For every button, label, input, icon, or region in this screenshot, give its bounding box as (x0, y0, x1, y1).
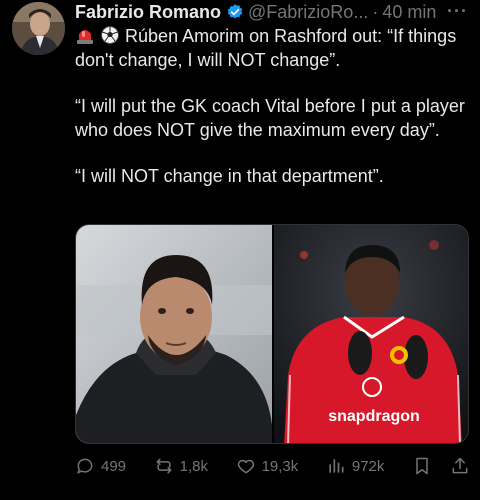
repost-button[interactable]: 1,8k (154, 456, 208, 476)
views-button[interactable]: 972k (326, 456, 385, 476)
rotating-light-emoji (77, 30, 93, 44)
soccer-ball-emoji (101, 26, 120, 44)
reply-count: 499 (101, 457, 127, 475)
share-icon[interactable] (450, 456, 470, 476)
author-name[interactable]: Fabrizio Romano (75, 2, 221, 23)
verified-badge-icon (227, 4, 243, 19)
bookmark-icon[interactable] (412, 456, 432, 476)
sponsor-text: snapdragon (328, 408, 420, 425)
photo-amorim[interactable] (76, 225, 272, 443)
separator-dot: · (372, 1, 379, 22)
secondary-actions (412, 456, 470, 476)
repost-count: 1,8k (179, 457, 208, 475)
tweet-media[interactable]: snapdragon (75, 224, 469, 444)
tweet-paragraph-3: “I will NOT change in that department”. (75, 166, 384, 186)
heart-icon (237, 459, 254, 474)
reply-button[interactable]: 499 (75, 456, 126, 476)
like-count: 19,3k (261, 457, 299, 475)
more-options-icon[interactable]: ··· (447, 1, 468, 22)
tweet-paragraph-1: Rúben Amorim on Rashford out: “If things… (75, 26, 457, 70)
like-button[interactable]: 19,3k (236, 456, 299, 476)
tweet-paragraph-2: “I will put the GK coach Vital before I … (75, 96, 465, 140)
reply-icon (77, 458, 93, 475)
timestamp[interactable]: 40 min (382, 2, 436, 23)
tweet-paragraph: Rúben Amorim on Rashford out: “If things… (75, 24, 470, 72)
repost-icon (156, 458, 172, 474)
view-count: 972k (351, 457, 385, 475)
action-bar: 499 1,8k 19,3k 972k (75, 454, 470, 478)
author-handle[interactable]: @FabrizioRo... (248, 2, 368, 23)
views-icon (329, 459, 344, 473)
tweet-text: Rúben Amorim on Rashford out: “If things… (75, 24, 470, 210)
tweet-header: Fabrizio Romano @FabrizioRo... · 40 min … (75, 1, 468, 23)
avatar[interactable] (12, 2, 65, 55)
photo-rashford[interactable]: snapdragon (272, 225, 468, 443)
